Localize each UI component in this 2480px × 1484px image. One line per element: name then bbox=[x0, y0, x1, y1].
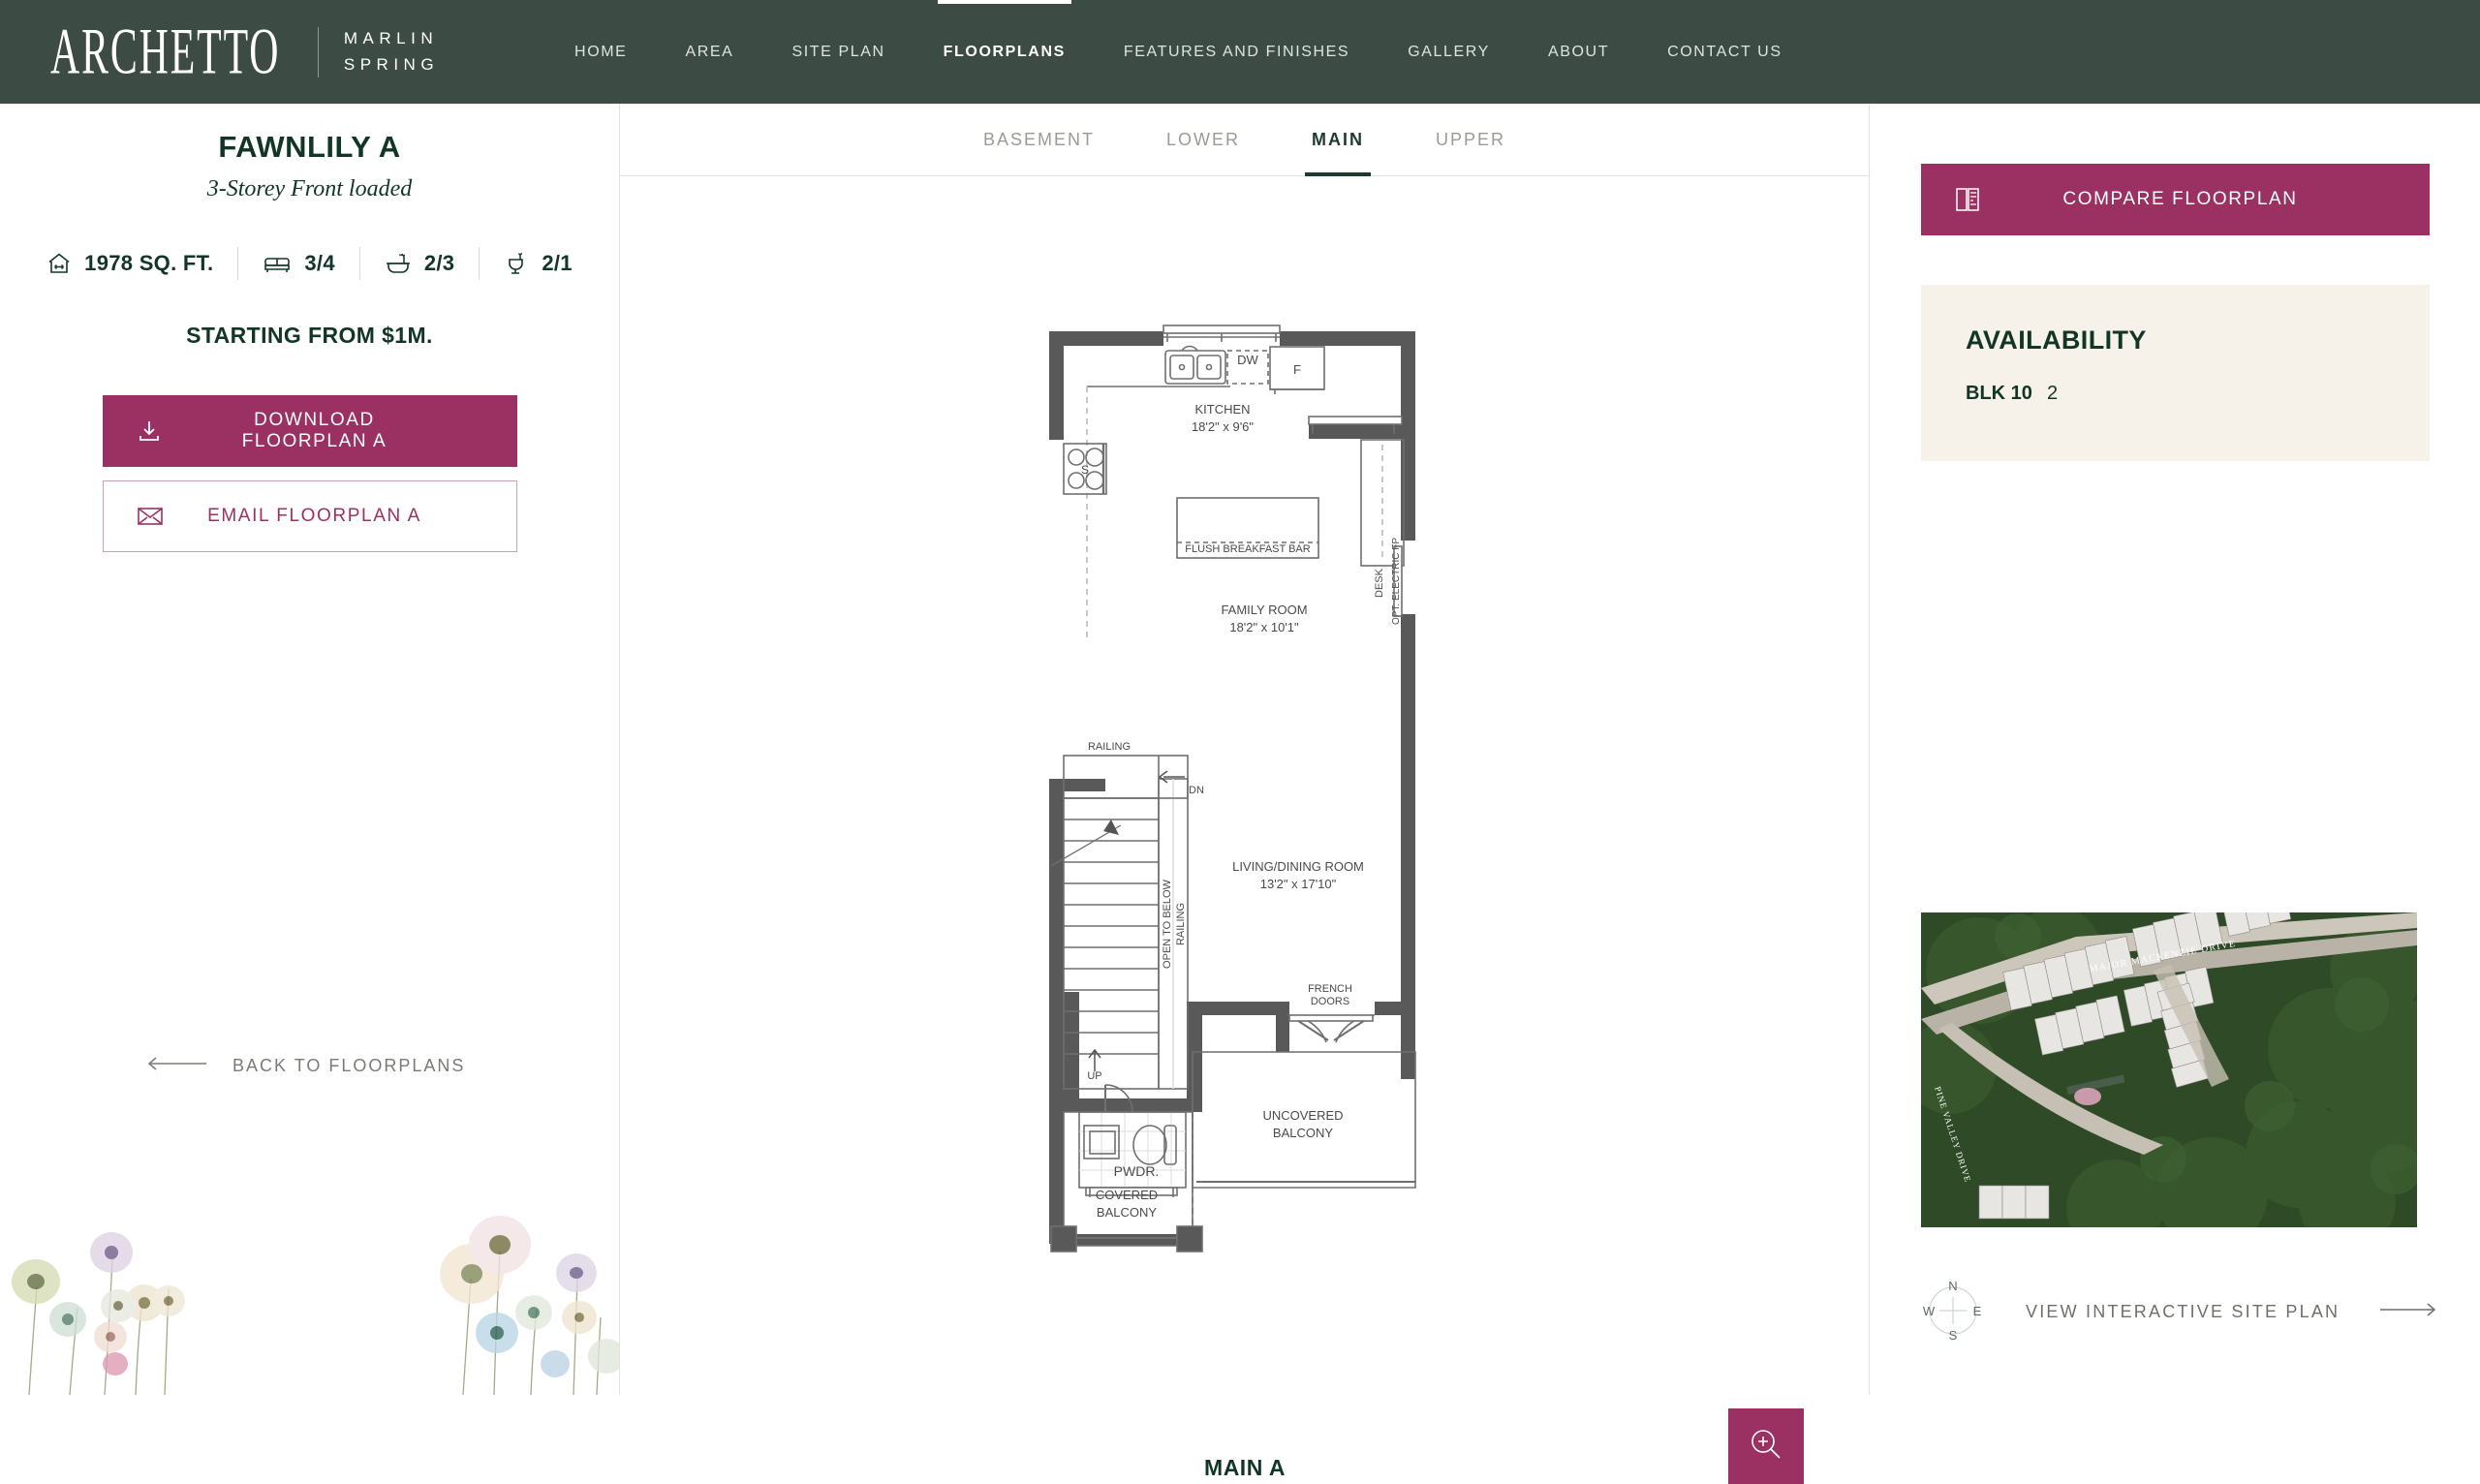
view-interactive-site-plan-label[interactable]: VIEW INTERACTIVE SITE PLAN bbox=[2026, 1302, 2340, 1322]
availability-count: 2 bbox=[2047, 383, 2059, 404]
nav-item-floorplans[interactable]: FLOORPLANS bbox=[914, 0, 1095, 104]
zoom-floorplan-button[interactable] bbox=[1728, 1408, 1804, 1484]
compass-east: E bbox=[1973, 1304, 1982, 1318]
label-uncovered-balcony-1: UNCOVERED bbox=[1262, 1108, 1343, 1123]
label-railing-2: RAILING bbox=[1175, 903, 1187, 945]
tab-basement[interactable]: BASEMENT bbox=[947, 104, 1131, 176]
bed-icon bbox=[263, 252, 292, 275]
spec-powder-rooms: 2/1 bbox=[480, 251, 596, 276]
aerial-site-plan-image[interactable]: MAJOR MACKENZIE DRIVE PINE VALLEY DRIVE bbox=[1921, 912, 2417, 1227]
floorplan-viewer: BASEMENT LOWER MAIN UPPER KITCHEN 18'2" … bbox=[620, 104, 1870, 1484]
floorplan-drawing: KITCHEN 18'2" x 9'6" DW F S FLUSH BREAKF… bbox=[1049, 325, 1416, 1252]
label-covered-balcony-1: COVERED bbox=[1096, 1188, 1158, 1202]
home-size-icon bbox=[46, 251, 72, 276]
label-desk: DESK bbox=[1374, 568, 1385, 598]
page-title: FAWNLILY A bbox=[218, 130, 401, 164]
compare-floorplan-button[interactable]: COMPARE FLOORPLAN bbox=[1921, 164, 2430, 235]
bathtub-icon bbox=[385, 251, 412, 276]
arrow-left-icon bbox=[147, 1057, 207, 1075]
floorplan-side-panel: COMPARE FLOORPLAN AVAILABILITY BLK 10 2 bbox=[1871, 104, 2480, 1395]
floor-level-tabs: BASEMENT LOWER MAIN UPPER bbox=[620, 104, 1869, 176]
label-family-room: FAMILY ROOM bbox=[1221, 603, 1307, 617]
nav-item-about[interactable]: ABOUT bbox=[1519, 0, 1638, 104]
email-floorplan-label: EMAIL FLOORPLAN A bbox=[207, 506, 421, 526]
compass-south: S bbox=[1949, 1328, 1958, 1343]
compare-floorplan-label: COMPARE FLOORPLAN bbox=[2062, 189, 2298, 209]
spec-value-bedrooms: 3/4 bbox=[304, 251, 335, 275]
floorplan-sidebar: FAWNLILY A 3-Storey Front loaded 1978 SQ… bbox=[0, 104, 620, 1395]
compass-icon: N E S W bbox=[1921, 1276, 1985, 1348]
floorplan-caption: MAIN A bbox=[1204, 1455, 1286, 1480]
spec-value-powder: 2/1 bbox=[542, 251, 573, 275]
label-family-room-dims: 18'2" x 10'1" bbox=[1229, 620, 1299, 634]
tab-upper[interactable]: UPPER bbox=[1400, 104, 1541, 176]
label-kitchen-dims: 18'2" x 9'6" bbox=[1192, 419, 1254, 434]
watercolor-flowers-decoration bbox=[12, 1216, 619, 1395]
toilet-icon bbox=[504, 251, 529, 276]
nav-item-features-and-finishes[interactable]: FEATURES AND FINISHES bbox=[1095, 0, 1379, 104]
nav-item-area[interactable]: AREA bbox=[656, 0, 762, 104]
availability-panel: AVAILABILITY BLK 10 2 bbox=[1921, 285, 2430, 461]
label-stair-up: UP bbox=[1087, 1070, 1101, 1082]
arrow-right-icon bbox=[2380, 1303, 2436, 1321]
label-uncovered-balcony-2: BALCONY bbox=[1273, 1126, 1333, 1140]
label-living-dining-dims: 13'2" x 17'10" bbox=[1260, 877, 1337, 891]
nav-item-site-plan[interactable]: SITE PLAN bbox=[762, 0, 914, 104]
logo-archetto: ARCHETTO bbox=[50, 14, 281, 88]
label-open-to-below: OPEN TO BELOW bbox=[1162, 879, 1173, 969]
logo-spring: SPRING bbox=[343, 54, 440, 74]
availability-heading: AVAILABILITY bbox=[1966, 325, 2147, 355]
logo-divider bbox=[317, 26, 319, 77]
floorplan-stage: KITCHEN 18'2" x 9'6" DW F S FLUSH BREAKF… bbox=[620, 176, 1870, 1484]
sidebar-actions: DOWNLOAD FLOORPLAN A EMAIL FLOORPLAN A bbox=[102, 395, 517, 552]
availability-row: BLK 10 2 bbox=[1966, 383, 2385, 405]
label-dishwasher: DW bbox=[1237, 353, 1258, 367]
page-body: FAWNLILY A 3-Storey Front loaded 1978 SQ… bbox=[0, 104, 2480, 1484]
tab-lower[interactable]: LOWER bbox=[1131, 104, 1276, 176]
label-covered-balcony-2: BALCONY bbox=[1097, 1205, 1157, 1220]
label-living-dining: LIVING/DINING ROOM bbox=[1232, 859, 1364, 874]
envelope-icon bbox=[104, 505, 197, 528]
spec-bathrooms: 2/3 bbox=[360, 251, 479, 276]
label-stair-down: DN bbox=[1189, 785, 1204, 796]
compare-floorplan-icon bbox=[1921, 185, 2014, 214]
spec-square-footage: 1978 SQ. FT. bbox=[22, 251, 237, 276]
logo-marlin-spring: MARLIN SPRING bbox=[344, 26, 439, 77]
label-powder-room: PWDR. bbox=[1114, 1163, 1160, 1179]
site-plan-row: N E S W VIEW INTERACTIVE SITE PLAN bbox=[1921, 1276, 2436, 1348]
starting-price: STARTING FROM $1M. bbox=[186, 323, 433, 348]
compass-north: N bbox=[1948, 1279, 1957, 1293]
tab-main[interactable]: MAIN bbox=[1276, 104, 1400, 176]
label-fridge: F bbox=[1293, 362, 1301, 377]
label-optional-fireplace: OPT. ELECTRIC FP bbox=[1391, 538, 1402, 625]
compass-west: W bbox=[1923, 1304, 1936, 1318]
spec-value-bathrooms: 2/3 bbox=[423, 251, 455, 275]
label-breakfast-bar: FLUSH BREAKFAST BAR bbox=[1185, 543, 1310, 555]
label-stove: S bbox=[1081, 463, 1089, 477]
nav-item-home[interactable]: HOME bbox=[545, 0, 656, 104]
main-navigation: HOME AREA SITE PLAN FLOORPLANS FEATURES … bbox=[545, 0, 1812, 104]
magnifier-plus-icon bbox=[1749, 1427, 1783, 1467]
plan-specs: 1978 SQ. FT. 3/4 2/3 2/1 bbox=[0, 247, 619, 280]
back-to-floorplans-link[interactable]: BACK TO FLOORPLANS bbox=[147, 1056, 619, 1076]
label-french-doors-1: FRENCH bbox=[1308, 983, 1352, 995]
spec-bedrooms: 3/4 bbox=[238, 251, 358, 276]
label-french-doors-2: DOORS bbox=[1311, 996, 1349, 1007]
spec-value-sqft: 1978 SQ. FT. bbox=[84, 251, 214, 275]
label-kitchen: KITCHEN bbox=[1194, 402, 1250, 417]
nav-item-gallery[interactable]: GALLERY bbox=[1379, 0, 1519, 104]
back-to-floorplans-label: BACK TO FLOORPLANS bbox=[232, 1056, 466, 1075]
logo-marlin: MARLIN bbox=[343, 29, 439, 48]
download-floorplan-label: DOWNLOAD FLOORPLAN A bbox=[241, 410, 388, 451]
logo[interactable]: ARCHETTO MARLIN SPRING bbox=[50, 18, 439, 84]
email-floorplan-button[interactable]: EMAIL FLOORPLAN A bbox=[102, 480, 517, 552]
nav-item-contact-us[interactable]: CONTACT US bbox=[1638, 0, 1812, 104]
download-icon bbox=[103, 417, 196, 445]
availability-block: BLK 10 bbox=[1966, 383, 2032, 404]
site-header: ARCHETTO MARLIN SPRING HOME AREA SITE PL… bbox=[0, 0, 2480, 104]
plan-subtitle: 3-Storey Front loaded bbox=[206, 176, 413, 201]
download-floorplan-button[interactable]: DOWNLOAD FLOORPLAN A bbox=[102, 395, 517, 467]
label-railing: RAILING bbox=[1088, 741, 1131, 753]
